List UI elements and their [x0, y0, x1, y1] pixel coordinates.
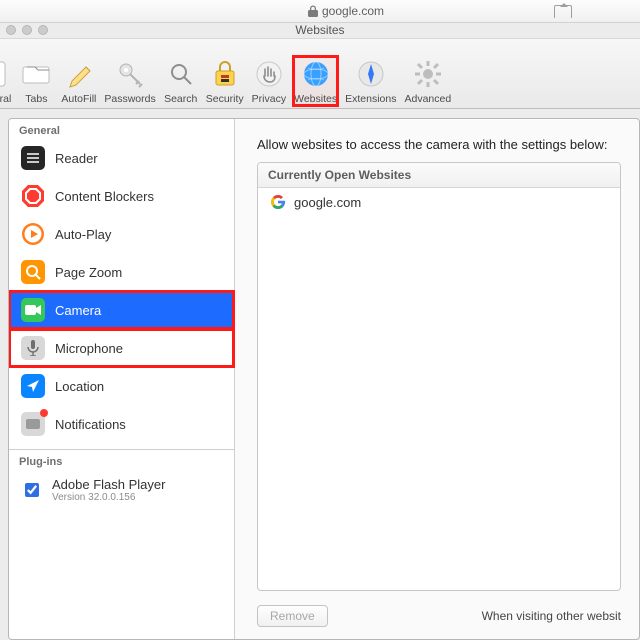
- key-icon: [113, 57, 147, 91]
- play-icon: [21, 222, 45, 246]
- badge-dot: [40, 409, 48, 417]
- reader-icon: [26, 152, 40, 164]
- sidebar-item-label: Notifications: [55, 417, 126, 432]
- window-title: Websites: [295, 23, 344, 37]
- remove-button[interactable]: Remove: [257, 605, 328, 627]
- sidebar-item-subtitle: Version 32.0.0.156: [52, 492, 165, 503]
- compass-icon: [354, 57, 388, 91]
- toolbar-general[interactable]: General: [0, 57, 11, 105]
- group-title: Plug-ins: [9, 450, 234, 470]
- toolbar-label: General: [0, 93, 11, 105]
- sidebar-item-location[interactable]: Location: [9, 367, 234, 405]
- pencil-icon: [62, 57, 96, 91]
- toolbar-tabs[interactable]: Tabs: [19, 57, 53, 105]
- camera-icon: [25, 304, 41, 316]
- globe-icon: [299, 57, 333, 91]
- sidebar-item-page-zoom[interactable]: Page Zoom: [9, 253, 234, 291]
- sidebar-item-label: Reader: [55, 151, 98, 166]
- list-header: Currently Open Websites: [258, 163, 620, 188]
- toolbar-label: AutoFill: [61, 93, 96, 105]
- open-websites-list: Currently Open Websites google.com: [257, 162, 621, 591]
- sidebar-item-notifications[interactable]: Notifications: [9, 405, 234, 443]
- sidebar-item-microphone[interactable]: Microphone: [9, 329, 234, 367]
- toolbar-security[interactable]: Security: [206, 57, 244, 105]
- toolbar-label: Search: [164, 93, 197, 105]
- toolbar-autofill[interactable]: AutoFill: [61, 57, 96, 105]
- sidebar-item-label: Camera: [55, 303, 101, 318]
- sidebar-item-camera[interactable]: Camera: [9, 291, 234, 329]
- search-icon: [164, 57, 198, 91]
- stop-icon: [21, 184, 45, 208]
- microphone-icon: [27, 340, 39, 356]
- content-footer: Remove When visiting other websit: [257, 601, 621, 627]
- sidebar-item-label: Content Blockers: [55, 189, 154, 204]
- address-url: google.com: [308, 4, 384, 18]
- toolbar-passwords[interactable]: Passwords: [104, 57, 155, 105]
- toolbar-label: Privacy: [252, 93, 286, 105]
- toolbar-privacy[interactable]: Privacy: [252, 57, 286, 105]
- zoom-icon: [25, 264, 41, 280]
- toolbar-label: Websites: [294, 93, 337, 105]
- sidebar-item-label: Microphone: [55, 341, 123, 356]
- sidebar-item-label: Page Zoom: [55, 265, 122, 280]
- website-host: google.com: [294, 195, 361, 210]
- websites-panel: General Reader Content Blockers Auto-Pla…: [8, 118, 640, 640]
- toolbar-label: Security: [206, 93, 244, 105]
- sidebar-item-label: Adobe Flash Player: [52, 477, 165, 492]
- share-icon[interactable]: [554, 5, 572, 18]
- sidebar-item-reader[interactable]: Reader: [9, 139, 234, 177]
- toolbar-label: Passwords: [104, 93, 155, 105]
- toolbar-label: Extensions: [345, 93, 396, 105]
- traffic-lights[interactable]: [6, 25, 48, 35]
- group-title: General: [9, 119, 234, 139]
- websites-content: Allow websites to access the camera with…: [235, 119, 639, 639]
- sidebar-item-flash[interactable]: Adobe Flash Player Version 32.0.0.156: [9, 470, 234, 510]
- notification-icon: [25, 418, 41, 430]
- sidebar-item-label: Auto-Play: [55, 227, 111, 242]
- browser-address-bar: google.com: [0, 0, 640, 23]
- toolbar-advanced[interactable]: Advanced: [404, 57, 451, 105]
- footer-hint: When visiting other websit: [482, 609, 621, 623]
- toolbar-label: Tabs: [25, 93, 47, 105]
- google-favicon: [270, 194, 286, 210]
- gear-grid-icon: [0, 57, 10, 91]
- sidebar-group-plugins: Plug-ins Adobe Flash Player Version 32.0…: [9, 450, 234, 516]
- hand-icon: [252, 57, 286, 91]
- sidebar-group-general: General Reader Content Blockers Auto-Pla…: [9, 119, 234, 450]
- gear-icon: [411, 57, 445, 91]
- lock-icon: [308, 5, 318, 17]
- toolbar-extensions[interactable]: Extensions: [345, 57, 396, 105]
- toolbar-search[interactable]: Search: [164, 57, 198, 105]
- sidebar-item-label: Location: [55, 379, 104, 394]
- content-description: Allow websites to access the camera with…: [257, 137, 621, 152]
- prefs-toolbar: General Tabs AutoFill Passwords Search S…: [0, 39, 640, 109]
- window-titlebar: Websites: [0, 23, 640, 39]
- sidebar-item-auto-play[interactable]: Auto-Play: [9, 215, 234, 253]
- plugin-checkbox[interactable]: [25, 483, 39, 497]
- sidebar-item-content-blockers[interactable]: Content Blockers: [9, 177, 234, 215]
- website-row[interactable]: google.com: [258, 188, 620, 216]
- tabs-icon: [19, 57, 53, 91]
- padlock-warning-icon: [208, 57, 242, 91]
- location-icon: [26, 379, 40, 393]
- toolbar-label: Advanced: [404, 93, 451, 105]
- websites-sidebar: General Reader Content Blockers Auto-Pla…: [9, 119, 235, 639]
- toolbar-websites[interactable]: Websites: [294, 57, 337, 105]
